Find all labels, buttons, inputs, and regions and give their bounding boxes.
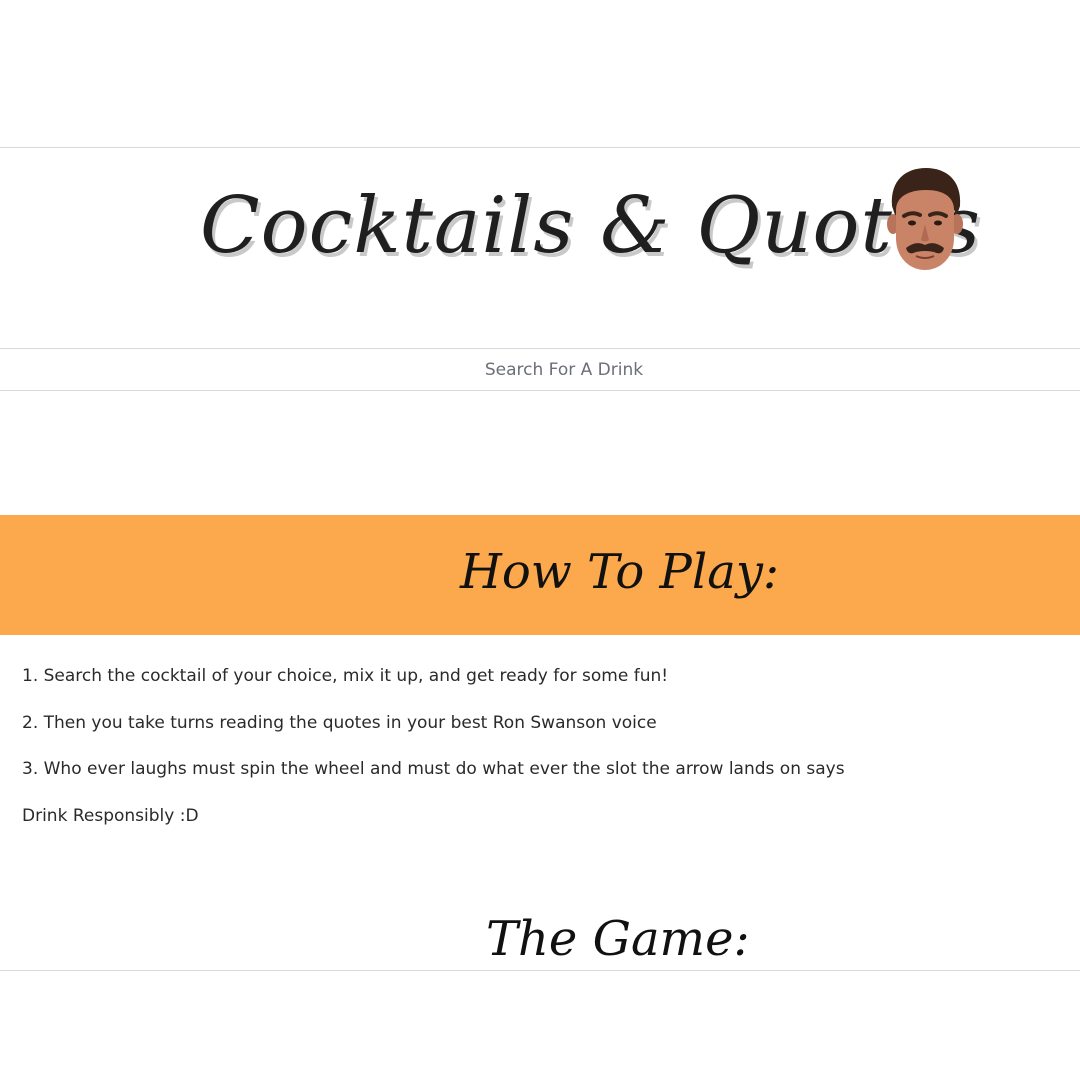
game-heading: The Game:: [486, 911, 750, 967]
rule-item: 3. Who ever laughs must spin the wheel a…: [22, 759, 845, 779]
ron-swanson-face-icon: [887, 168, 963, 270]
search-input[interactable]: [0, 349, 1080, 390]
drink-responsibly-note: Drink Responsibly :D: [22, 805, 199, 826]
site-title: Cocktails & Quotes: [200, 181, 982, 271]
how-to-play-rules: 1. Search the cocktail of your choice, m…: [22, 660, 1062, 846]
how-to-play-banner: How To Play:: [0, 515, 1080, 635]
site-header: Cocktails & Quotes: [0, 148, 1080, 348]
search-bottom-divider: [0, 390, 1080, 391]
rule-item: 2. Then you take turns reading the quote…: [22, 712, 657, 733]
rule-item: 1. Search the cocktail of your choice, m…: [22, 666, 669, 686]
how-to-play-heading: How To Play:: [460, 544, 780, 600]
game-divider: [0, 970, 1080, 971]
